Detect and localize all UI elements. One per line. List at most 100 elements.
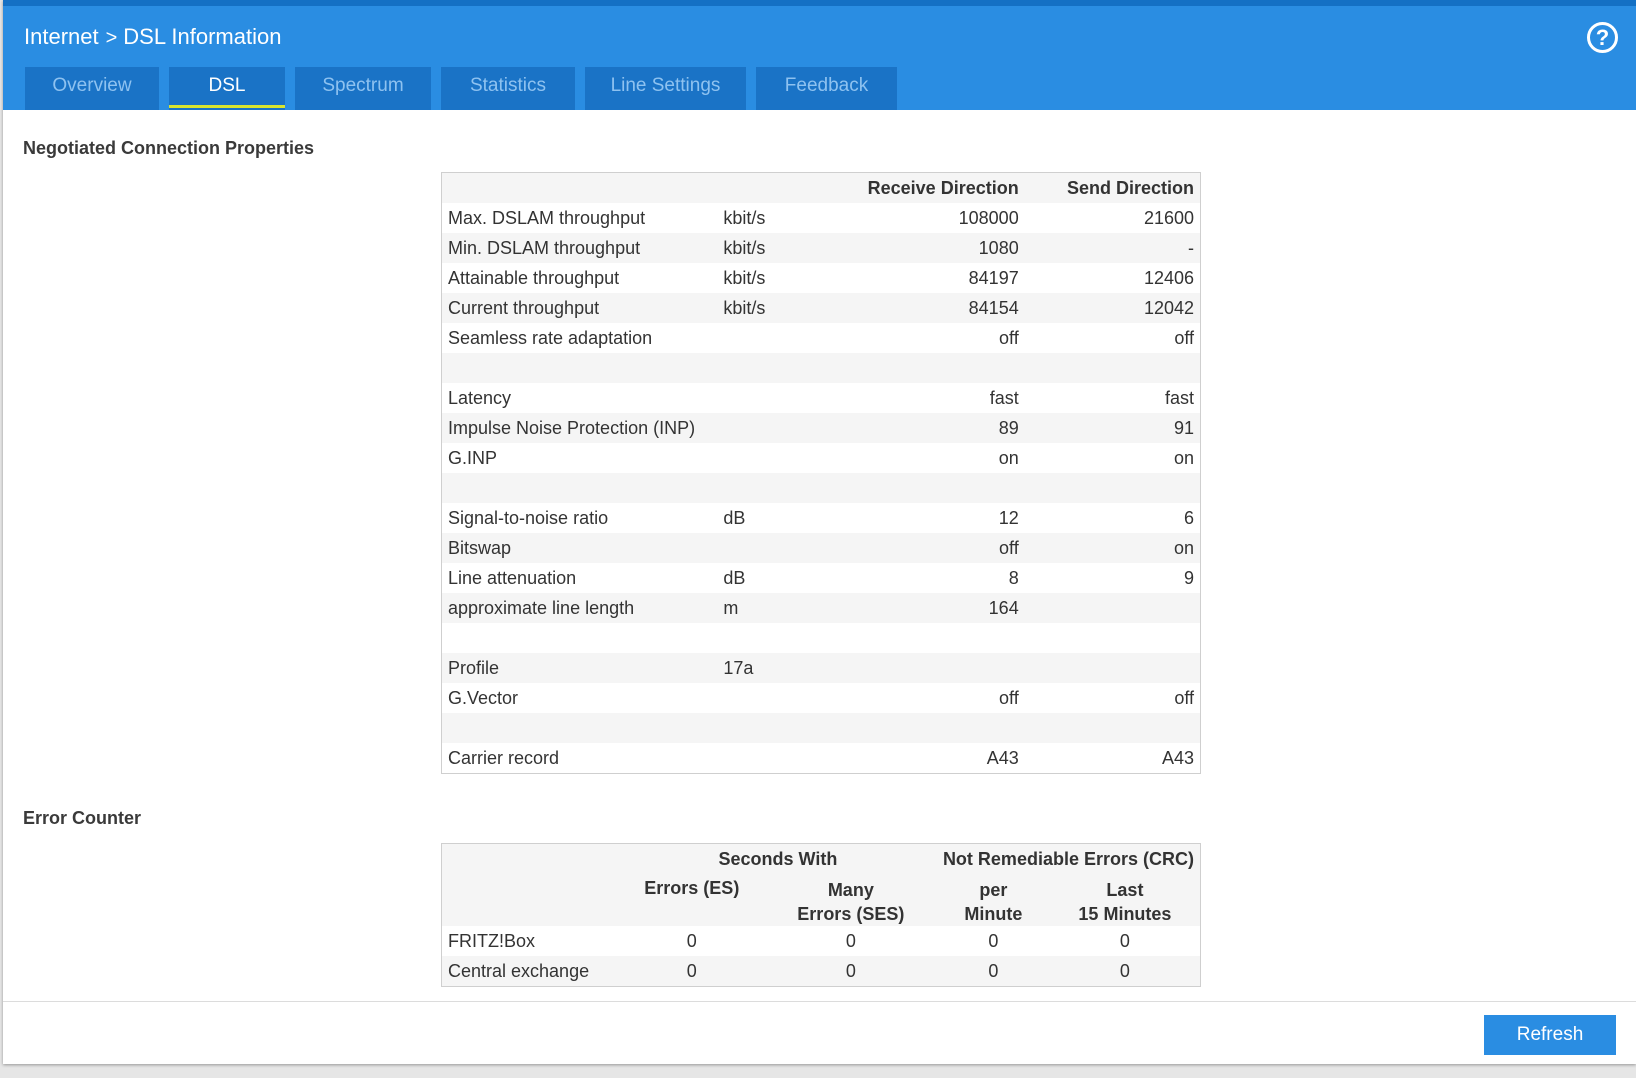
row-label: Latency [441,383,718,413]
row-label: G.Vector [441,683,718,713]
header-empty [441,843,619,874]
table-row: G.INP on on [441,443,1201,473]
tab-line-settings[interactable]: Line Settings [585,67,746,110]
row-send-value: 9 [1024,563,1201,593]
row-receive-value: fast [836,383,1025,413]
table-spacer-row [441,623,1201,653]
table-row: Line attenuation dB 8 9 [441,563,1201,593]
table-row: Current throughput kbit/s 84154 12042 [441,293,1201,323]
row-ses-value: 0 [764,956,937,987]
row-receive-value [836,353,1025,383]
row-receive-value: 1080 [836,233,1025,263]
tab-dsl-label: DSL [208,75,246,96]
row-unit: dB [717,503,837,533]
row-label: Impulse Noise Protection (INP) [441,413,718,443]
col-receive-direction: Receive Direction [836,172,1025,203]
row-es-value: 0 [618,956,765,987]
row-es-value: 0 [618,926,765,956]
row-send-value [1024,653,1201,683]
tab-spectrum[interactable]: Spectrum [295,67,431,110]
row-send-value: 6 [1024,503,1201,533]
row-label: Bitswap [441,533,718,563]
row-label [441,623,718,653]
row-unit: dB [717,563,837,593]
row-unit [717,443,837,473]
row-receive-value: 8 [836,563,1025,593]
row-send-value: fast [1024,383,1201,413]
row-unit [717,533,837,563]
row-send-value: 12406 [1024,263,1201,293]
table-row: Central exchange 0 0 0 0 [441,956,1201,987]
row-label: Profile [441,653,718,683]
col-l15-line2: 15 Minutes [1078,904,1172,924]
row-receive-value: on [836,443,1025,473]
col-l15-line1: Last [1106,880,1144,900]
row-unit: kbit/s [717,203,837,233]
row-send-value [1024,593,1201,623]
row-unit: kbit/s [717,233,837,263]
row-label: G.INP [441,443,718,473]
row-label: Central exchange [441,956,619,987]
row-receive-value [836,653,1025,683]
row-receive-value [836,713,1025,743]
row-receive-value: off [836,323,1025,353]
row-send-value: - [1024,233,1201,263]
col-send-direction: Send Direction [1024,172,1201,203]
row-receive-value: 108000 [836,203,1025,233]
group-crc-errors: Not Remediable Errors (CRC) [936,843,1201,874]
row-unit [717,353,837,383]
row-send-value [1024,623,1201,653]
footer-divider [3,1001,1636,1002]
table-row: Impulse Noise Protection (INP) 89 91 [441,413,1201,443]
tab-feedback[interactable]: Feedback [756,67,897,110]
row-unit [717,713,837,743]
table-spacer-row [441,353,1201,383]
tab-feedback-label: Feedback [784,75,869,96]
table-header-row: Receive Direction Send Direction [441,172,1201,203]
tab-statistics[interactable]: Statistics [441,67,575,110]
row-unit [717,383,837,413]
row-send-value: 12042 [1024,293,1201,323]
dsl-information-window: Internet > DSL Information ? Overview DSL … [3,0,1636,1064]
table-header-row: Errors (ES) Many Errors (SES) per Minute L… [441,874,1201,926]
row-unit [717,413,837,443]
table-row: approximate line length m 164 [441,593,1201,623]
col-errors-es: Errors (ES) [618,874,765,926]
table-row: Carrier record A43 A43 [441,743,1201,774]
breadcrumb-parent-link[interactable]: Internet [24,24,99,49]
row-receive-value: 164 [836,593,1025,623]
error-counter-title: Error Counter [23,808,142,828]
row-send-value: A43 [1024,743,1201,774]
row-receive-value: 84197 [836,263,1025,293]
row-per-minute-value: 0 [936,956,1050,987]
row-send-value: on [1024,443,1201,473]
row-receive-value: 12 [836,503,1025,533]
row-label: Seamless rate adaptation [441,323,718,353]
row-label: Current throughput [441,293,718,323]
header-empty [717,172,837,203]
row-receive-value: off [836,533,1025,563]
help-icon[interactable]: ? [1587,22,1618,53]
error-counter-table: Seconds With Not Remediable Errors (CRC)… [441,843,1201,987]
row-receive-value [836,623,1025,653]
row-last-15-value: 0 [1049,926,1201,956]
row-label: Signal-to-noise ratio [441,503,718,533]
tab-dsl[interactable]: DSL [169,67,285,110]
refresh-button[interactable]: Refresh [1484,1015,1616,1055]
row-label: FRITZ!Box [441,926,619,956]
row-unit: m [717,593,837,623]
tab-spectrum-label: Spectrum [322,75,404,96]
header-empty [441,874,619,926]
tab-overview[interactable]: Overview [25,67,159,110]
row-unit [717,743,837,774]
row-unit [717,623,837,653]
row-unit [717,323,837,353]
row-label: Min. DSLAM throughput [441,233,718,263]
col-errors-es-label: Errors (ES) [644,878,740,898]
col-many-errors-ses: Many Errors (SES) [764,874,937,926]
header-bar: Internet > DSL Information ? Overview DSL … [3,0,1636,110]
col-ses-line1: Many [827,880,874,900]
group-seconds-with: Seconds With [618,843,937,874]
tab-line-settings-label: Line Settings [610,75,721,96]
row-unit [717,683,837,713]
